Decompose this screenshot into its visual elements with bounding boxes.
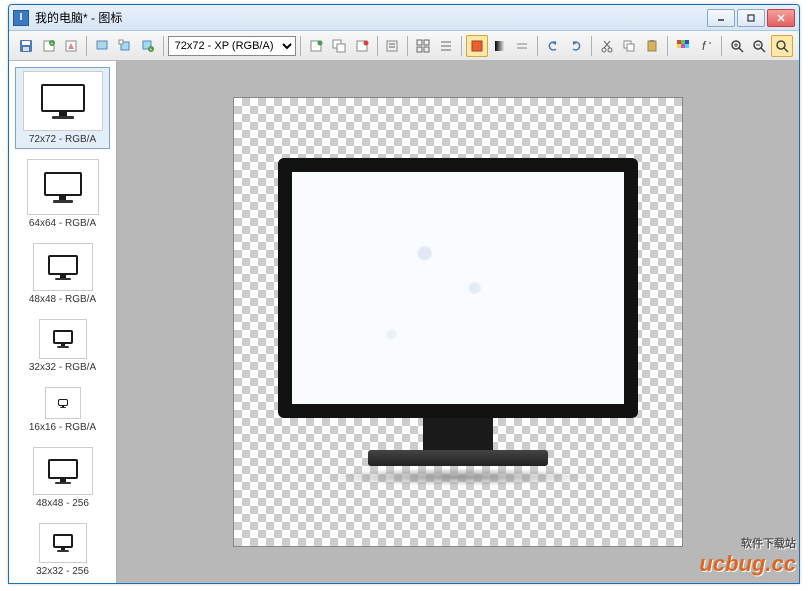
thumbnail-label: 48x48 - 256: [19, 498, 106, 509]
export-image-button[interactable]: [91, 35, 113, 57]
monitor-stand-icon: [423, 418, 493, 450]
thumbnail-item[interactable]: 48x48 - RGB/A: [15, 239, 110, 309]
window-controls: [707, 9, 795, 27]
maximize-button[interactable]: [737, 9, 765, 27]
thumbnail-preview: [45, 387, 81, 419]
separator-icon: [407, 36, 408, 56]
thumbnail-label: 72x72 - RGB/A: [19, 134, 106, 145]
thumbnail-item[interactable]: 32x32 - RGB/A: [15, 315, 110, 377]
redo-button[interactable]: [565, 35, 587, 57]
thumbnail-label: 64x64 - RGB/A: [19, 218, 106, 229]
svg-text:f: f: [702, 39, 707, 53]
undo-button[interactable]: [542, 35, 564, 57]
duplicate-layer-button[interactable]: [328, 35, 350, 57]
grid-view-button[interactable]: [412, 35, 434, 57]
toolbar: + + 72x72 - XP (RGB/A) f: [9, 31, 799, 61]
thumbnail-preview: [23, 71, 103, 131]
add-frame-button[interactable]: +: [137, 35, 159, 57]
canvas-area[interactable]: [117, 61, 799, 583]
separator-icon: [537, 36, 538, 56]
svg-text:+: +: [149, 47, 152, 53]
copy-button[interactable]: [619, 35, 641, 57]
zoom-out-button[interactable]: [748, 35, 770, 57]
separator-icon: [163, 36, 164, 56]
list-view-button[interactable]: [435, 35, 457, 57]
properties-button[interactable]: [382, 35, 404, 57]
monitor-base-icon: [368, 450, 548, 466]
thumbnail-preview: [33, 243, 93, 291]
separator-icon: [461, 36, 462, 56]
export-copy-button[interactable]: [114, 35, 136, 57]
close-button[interactable]: [767, 9, 795, 27]
thumbnail-sidebar[interactable]: 72x72 - RGB/A 64x64 - RGB/A 48x48 - RGB/…: [9, 61, 117, 583]
thumbnail-item[interactable]: 48x48 - 256: [15, 443, 110, 513]
select-tool-button[interactable]: [466, 35, 488, 57]
separator-icon: [377, 36, 378, 56]
cut-button[interactable]: [596, 35, 618, 57]
thumbnail-label: 48x48 - RGB/A: [19, 294, 106, 305]
icon-artwork: [268, 158, 648, 486]
color-picker-button[interactable]: [672, 35, 694, 57]
content-area: 72x72 - RGB/A 64x64 - RGB/A 48x48 - RGB/…: [9, 61, 799, 583]
separator-icon: [591, 36, 592, 56]
thumbnail-item[interactable]: 72x72 - RGB/A: [15, 67, 110, 149]
thumbnail-preview: [33, 447, 93, 495]
app-icon: I: [13, 10, 29, 26]
svg-text:+: +: [50, 41, 53, 47]
thumbnail-preview: [39, 319, 87, 359]
window-title: 我的电脑* - 图标: [35, 9, 707, 26]
thumbnail-item[interactable]: 32x32 - 256: [15, 519, 110, 581]
canvas[interactable]: [233, 97, 683, 547]
monitor-screen-icon: [278, 158, 638, 418]
app-window: I 我的电脑* - 图标 + + 72x72 - XP (RGB/A): [8, 4, 800, 584]
thumbnail-label: 32x32 - 256: [19, 566, 106, 577]
thumbnail-item[interactable]: 64x64 - RGB/A: [15, 155, 110, 233]
paste-button[interactable]: [641, 35, 663, 57]
save-button[interactable]: [15, 35, 37, 57]
separator-icon: [721, 36, 722, 56]
separator-icon: [667, 36, 668, 56]
new-layer-button[interactable]: [305, 35, 327, 57]
size-select[interactable]: 72x72 - XP (RGB/A): [168, 36, 297, 56]
flatten-button[interactable]: [511, 35, 533, 57]
zoom-fit-button[interactable]: [771, 35, 793, 57]
import-button[interactable]: [61, 35, 83, 57]
thumbnail-preview: [27, 159, 99, 215]
new-image-button[interactable]: +: [38, 35, 60, 57]
thumbnail-item[interactable]: 16x16 - RGB/A: [15, 383, 110, 437]
delete-layer-button[interactable]: [351, 35, 373, 57]
gradient-tool-button[interactable]: [489, 35, 511, 57]
thumbnail-label: 32x32 - RGB/A: [19, 362, 106, 373]
minimize-button[interactable]: [707, 9, 735, 27]
shadow-icon: [318, 468, 598, 486]
zoom-in-button[interactable]: [726, 35, 748, 57]
thumbnail-label: 16x16 - RGB/A: [19, 422, 106, 433]
separator-icon: [86, 36, 87, 56]
separator-icon: [300, 36, 301, 56]
thumbnail-preview: [39, 523, 87, 563]
titlebar: I 我的电脑* - 图标: [9, 5, 799, 31]
effects-button[interactable]: f: [695, 35, 717, 57]
